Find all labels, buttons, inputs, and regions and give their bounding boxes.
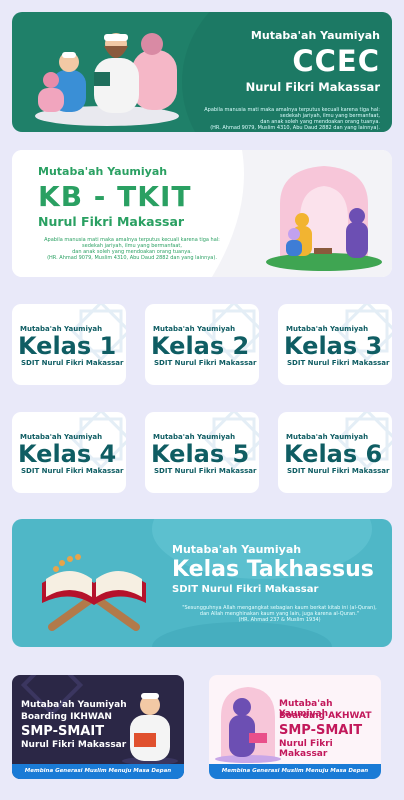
quote-line: (HR. Ahmad 9079, Muslim 4310, Abu Daud 2… xyxy=(47,255,217,261)
ikhwan-line-4: Nurul Fikri Makassar xyxy=(21,740,127,750)
ikhwan-line-3: SMP-SMAIT xyxy=(21,724,105,739)
kelas-school: SDIT Nurul Fikri Makassar xyxy=(21,359,124,367)
kelas-label: Kelas 4 xyxy=(18,440,117,468)
akhwat-tagline-banner: Membina Generasi Muslim Menuju Masa Depa… xyxy=(209,764,381,779)
kelas-6-card[interactable]: Mutaba'ah Yaumiyah Kelas 6 SDIT Nurul Fi… xyxy=(278,412,392,493)
kelas-label: Kelas 1 xyxy=(18,332,117,360)
boarding-ikhwan-card[interactable]: Mutaba'ah Yaumiyah Boarding IKHWAN SMP-S… xyxy=(12,675,184,779)
ikhwan-line-1: Mutaba'ah Yaumiyah xyxy=(21,700,127,710)
ccec-school: Nurul Fikri Makassar xyxy=(245,80,380,94)
takhassus-hadith-quote: "Sesungguhnya Allah mengangkat sebagian … xyxy=(167,605,392,623)
kelas-school: SDIT Nurul Fikri Makassar xyxy=(287,359,390,367)
kelas-label: Kelas 3 xyxy=(284,332,383,360)
takhassus-title: Kelas Takhassus xyxy=(172,557,374,582)
kelas-3-card[interactable]: Mutaba'ah Yaumiyah Kelas 3 SDIT Nurul Fi… xyxy=(278,304,392,385)
kb-school: Nurul Fikri Makassar xyxy=(38,214,185,229)
boy-reading-quran-illustration xyxy=(122,693,178,765)
kelas-label: Kelas 5 xyxy=(151,440,250,468)
girl-reading-quran-illustration xyxy=(215,687,281,763)
kelas-4-card[interactable]: Mutaba'ah Yaumiyah Kelas 4 SDIT Nurul Fi… xyxy=(12,412,126,493)
akhwat-line-3: SMP-SMAIT xyxy=(279,723,363,738)
kelas-school: SDIT Nurul Fikri Makassar xyxy=(21,467,124,475)
kelas-label: Kelas 6 xyxy=(284,440,383,468)
quran-on-stand-illustration xyxy=(42,554,146,631)
kelas-1-card[interactable]: Mutaba'ah Yaumiyah Kelas 1 SDIT Nurul Fi… xyxy=(12,304,126,385)
kb-tkit-card[interactable]: Mutaba'ah Yaumiyah KB - TKIT Nurul Fikri… xyxy=(12,150,392,277)
kb-subtitle: Mutaba'ah Yaumiyah xyxy=(38,165,168,178)
takhassus-subtitle: Mutaba'ah Yaumiyah xyxy=(172,543,302,556)
mosque-children-reading-illustration xyxy=(266,166,382,271)
father-teaching-children-illustration xyxy=(35,33,179,126)
kelas-5-card[interactable]: Mutaba'ah Yaumiyah Kelas 5 SDIT Nurul Fi… xyxy=(145,412,259,493)
ikhwan-line-2: Boarding IKHWAN xyxy=(21,712,112,722)
kelas-school: SDIT Nurul Fikri Makassar xyxy=(154,359,257,367)
ccec-subtitle: Mutaba'ah Yaumiyah xyxy=(250,29,380,42)
kelas-school: SDIT Nurul Fikri Makassar xyxy=(154,467,257,475)
kelas-takhassus-card[interactable]: Mutaba'ah Yaumiyah Kelas Takhassus SDIT … xyxy=(12,519,392,647)
boarding-akhwat-card[interactable]: Mutaba'ah Yaumiyah Boarding AKHWAT SMP-S… xyxy=(209,675,381,779)
kelas-2-card[interactable]: Mutaba'ah Yaumiyah Kelas 2 SDIT Nurul Fi… xyxy=(145,304,259,385)
kb-hadith-quote: Apabila manusia mati maka amalnya terput… xyxy=(32,237,232,261)
ccec-hadith-quote: Apabila manusia mati maka amalnya terput… xyxy=(170,107,380,131)
akhwat-line-2: Boarding AKHWAT xyxy=(279,711,372,721)
takhassus-school: SDIT Nurul Fikri Makassar xyxy=(172,584,319,595)
kelas-label: Kelas 2 xyxy=(151,332,250,360)
akhwat-line-4: Nurul Fikri Makassar xyxy=(279,739,333,759)
ikhwan-tagline-banner: Membina Generasi Muslim Menuju Masa Depa… xyxy=(12,764,184,779)
ccec-title: CCEC xyxy=(292,44,380,78)
ccec-card[interactable]: Mutaba'ah Yaumiyah CCEC Nurul Fikri Maka… xyxy=(12,12,392,132)
quote-line: (HR. Ahmad 9079, Muslim 4310, Abu Daud 2… xyxy=(210,125,380,131)
kelas-school: SDIT Nurul Fikri Makassar xyxy=(287,467,390,475)
quote-line: (HR. Ahmad 237 & Muslim 1934) xyxy=(238,617,321,623)
kb-title: KB - TKIT xyxy=(38,180,192,213)
